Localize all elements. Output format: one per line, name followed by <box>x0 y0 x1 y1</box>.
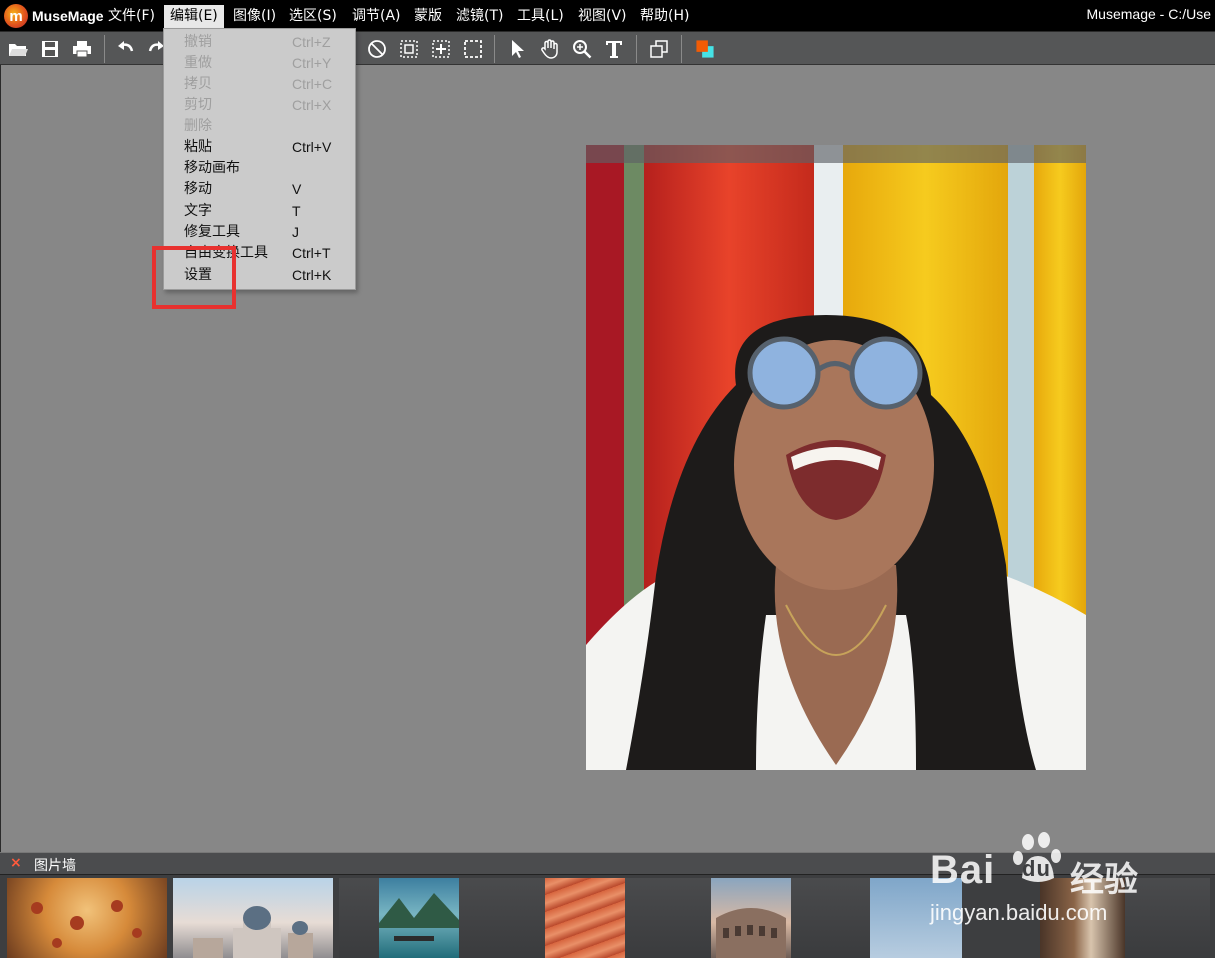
thumbnail-pizza[interactable] <box>7 878 167 958</box>
edit-menu-item-shortcut: Ctrl+X <box>292 97 332 113</box>
musemage-logo-icon: m <box>4 4 28 28</box>
edit-menu-item-text[interactable]: 文字 T <box>164 201 355 222</box>
edit-menu-item-label: 文字 <box>184 203 212 219</box>
thumbnail-colosseum[interactable] <box>711 878 791 958</box>
color-swatch-icon[interactable] <box>691 35 719 63</box>
menu-file[interactable]: 文件(F) <box>102 5 161 28</box>
thumbnail-venice-church[interactable] <box>173 878 333 958</box>
open-folder-icon[interactable] <box>6 37 30 61</box>
menu-selection[interactable]: 选区(S) <box>283 5 343 28</box>
app-logo: m MuseMage <box>4 4 104 28</box>
toolbar-separator <box>681 35 682 63</box>
edit-menu-item-shortcut: Ctrl+Z <box>292 34 331 50</box>
menu-image[interactable]: 图像(I) <box>227 5 282 28</box>
baidu-jingyan-text: 经验 <box>1070 860 1138 900</box>
edit-menu-item-shortcut: Ctrl+V <box>292 139 332 155</box>
canvas-photo[interactable] <box>586 145 1086 770</box>
edit-menu-item-move[interactable]: 移动 V <box>164 179 355 200</box>
thumbnail-lake-boat[interactable] <box>379 878 459 958</box>
text-tool-icon[interactable] <box>602 37 626 61</box>
thumbnail-gap <box>459 878 545 958</box>
foreground-color-swatch <box>696 40 708 52</box>
edit-menu-item-label: 粘贴 <box>184 139 212 155</box>
edit-menu-item-copy[interactable]: 拷贝 Ctrl+C <box>164 74 355 95</box>
pointer-icon[interactable] <box>505 37 529 61</box>
undo-icon[interactable] <box>114 37 138 61</box>
zoom-icon[interactable] <box>570 37 594 61</box>
app-name: MuseMage <box>32 8 104 24</box>
menu-filter[interactable]: 滤镜(T) <box>450 5 509 28</box>
menu-bar: m MuseMage 文件(F) 编辑(E) 图像(I) 选区(S) 调节(A)… <box>0 0 1215 31</box>
menu-view[interactable]: 视图(V) <box>572 5 633 28</box>
edit-menu-item-label: 剪切 <box>184 97 212 113</box>
save-icon[interactable] <box>38 37 62 61</box>
toolbar-separator <box>636 35 637 63</box>
edit-menu-item-label: 移动 <box>184 181 212 197</box>
layers-copy-icon[interactable] <box>647 37 671 61</box>
edit-menu-item-redo[interactable]: 重做 Ctrl+Y <box>164 53 355 74</box>
select-dashed-icon[interactable] <box>461 37 485 61</box>
edit-menu-item-cut[interactable]: 剪切 Ctrl+X <box>164 95 355 116</box>
baidu-logo-text: Bai <box>930 848 996 892</box>
edit-menu-item-shortcut: Ctrl+T <box>292 245 331 261</box>
edit-menu-item-delete[interactable]: 删除 <box>164 116 355 137</box>
photo-wall-title: 图片墙 <box>34 858 76 874</box>
baidu-watermark: Bai du 经验 jingyan.baidu.com <box>930 830 1215 930</box>
hand-icon[interactable] <box>538 37 562 61</box>
close-icon[interactable]: × <box>10 855 22 871</box>
edit-menu-item-label: 修复工具 <box>184 224 240 240</box>
baidu-url: jingyan.baidu.com <box>930 900 1108 925</box>
edit-menu-item-shortcut: Ctrl+C <box>292 76 333 92</box>
edit-menu-item-shortcut: Ctrl+Y <box>292 55 332 71</box>
edit-menu-item-undo[interactable]: 撤销 Ctrl+Z <box>164 32 355 53</box>
menu-adjust[interactable]: 调节(A) <box>346 5 407 28</box>
edit-menu-item-label: 拷贝 <box>184 76 212 92</box>
thumbnail-gap <box>339 878 379 958</box>
edit-menu-item-paste[interactable]: 粘贴 Ctrl+V <box>164 137 355 158</box>
baidu-logo-du: du <box>1022 856 1051 881</box>
edit-menu-item-label: 撤销 <box>184 34 212 50</box>
edit-menu-item-shortcut: V <box>292 181 302 197</box>
toolbar-separator <box>104 35 105 63</box>
print-icon[interactable] <box>70 37 94 61</box>
edit-menu-item-shortcut: T <box>292 203 301 219</box>
deselect-icon[interactable] <box>365 37 389 61</box>
thumbnail-canyon[interactable] <box>545 878 625 958</box>
edit-menu-item-label: 重做 <box>184 55 212 71</box>
menu-tools[interactable]: 工具(L) <box>511 5 570 28</box>
edit-menu-item-label: 移动画布 <box>184 160 240 176</box>
edit-menu-item-shortcut: J <box>292 224 299 240</box>
edit-menu-item-repair-tool[interactable]: 修复工具 J <box>164 222 355 243</box>
thumbnail-gap <box>625 878 711 958</box>
select-move-icon[interactable] <box>429 37 453 61</box>
select-rect-icon[interactable] <box>397 37 421 61</box>
settings-highlight-box <box>152 246 236 309</box>
menu-help[interactable]: 帮助(H) <box>634 5 695 28</box>
window-title: Musemage - C:/Use <box>1086 6 1211 22</box>
edit-menu-item-label: 删除 <box>184 118 212 134</box>
thumbnail-gap <box>791 878 870 958</box>
edit-menu-item-move-canvas[interactable]: 移动画布 <box>164 158 355 179</box>
toolbar-separator <box>494 35 495 63</box>
edit-menu-item-shortcut: Ctrl+K <box>292 267 332 283</box>
menu-mask[interactable]: 蒙版 <box>408 5 448 28</box>
menu-edit[interactable]: 编辑(E) <box>164 5 224 28</box>
